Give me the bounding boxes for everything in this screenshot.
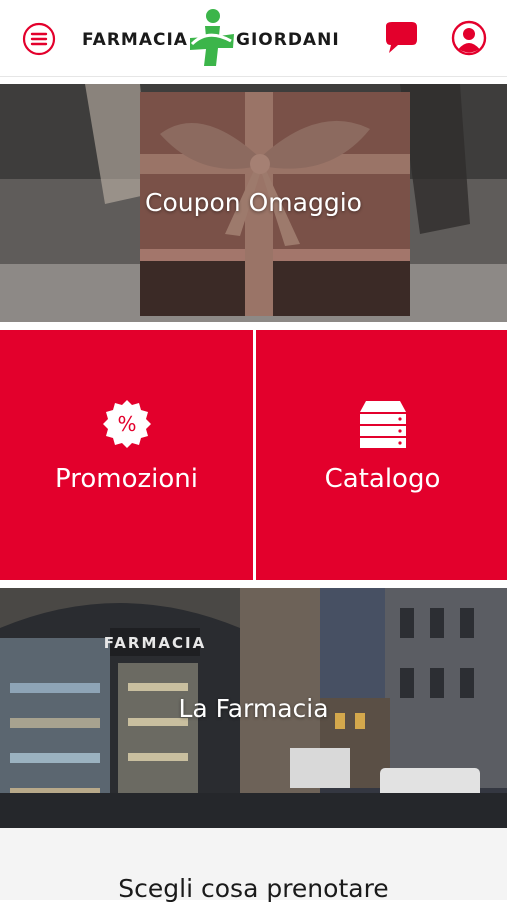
promozioni-tile[interactable]: % Promozioni [0,330,253,580]
catalogo-label: Catalogo [324,464,441,494]
pharmacy-cross-logo-icon [190,9,234,66]
percent-badge-icon: % [102,400,151,448]
user-profile-icon [451,20,487,56]
hamburger-menu-icon [22,22,56,56]
brand-logo[interactable]: FARMACIA GIORDANI [82,8,339,68]
chat-button[interactable] [380,18,420,58]
promozioni-label: Promozioni [55,464,198,494]
brand-name-right: GIORDANI [236,30,340,50]
svg-text:FARMACIA: FARMACIA [104,634,206,652]
menu-button[interactable] [22,22,56,56]
coupon-omaggio-label: Coupon Omaggio [145,188,362,217]
red-tiles-row: % Promozioni Catalogo [0,330,507,580]
chat-bubble-icon [386,22,417,53]
catalogo-tile[interactable]: Catalogo [256,330,507,580]
booking-section: Scegli cosa prenotare [0,828,507,903]
la-farmacia-panel[interactable]: FARMACIA La Farmacia [0,588,507,828]
la-farmacia-label: La Farmacia [178,694,329,723]
booking-title: Scegli cosa prenotare [118,874,389,903]
user-profile-button[interactable] [450,19,488,57]
coupon-omaggio-panel[interactable]: Coupon Omaggio [0,84,507,322]
svg-text:%: % [117,412,136,436]
catalog-drawers-icon [359,401,406,448]
brand-name-left: FARMACIA [82,30,188,50]
app-header: FARMACIA GIORDANI [0,0,507,77]
